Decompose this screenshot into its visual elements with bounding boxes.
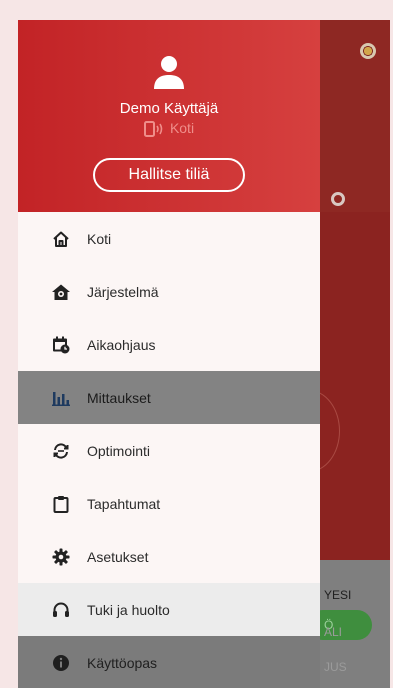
background-label: JUS: [324, 660, 347, 674]
menu-item-system[interactable]: Järjestelmä: [18, 265, 320, 318]
menu-item-events[interactable]: Tapahtumat: [18, 477, 320, 530]
home-label: Koti: [169, 120, 195, 136]
headset-icon: [51, 600, 71, 620]
user-name: Demo Käyttäjä: [119, 100, 219, 117]
user-avatar-icon: [154, 56, 184, 89]
background-ring-icon: [331, 192, 345, 206]
menu-item-label: Aikaohjaus: [87, 336, 156, 353]
info-icon: [51, 653, 71, 673]
menu-item-label: Koti: [87, 230, 112, 247]
system-icon: [51, 282, 71, 302]
menu-item-user-guide[interactable]: Käyttöopas: [18, 636, 320, 688]
menu-item-measurements[interactable]: Mittaukset: [18, 371, 320, 424]
drawer-header: Demo Käyttäjä Koti Hallitse tiliä: [18, 20, 320, 212]
menu-item-settings[interactable]: Asetukset: [18, 530, 320, 583]
phone-signal-icon: [143, 121, 163, 138]
home-icon: [51, 229, 71, 249]
background-label: YESI: [324, 588, 352, 602]
app-frame: YESI Ö ALI JUS Demo Käyttäjä Koti Hallit…: [18, 20, 390, 688]
menu-item-label: Käyttöopas: [87, 654, 158, 671]
background-label: ALI: [324, 625, 343, 639]
menu-item-support[interactable]: Tuki ja huolto: [18, 583, 320, 636]
status-indicator-icon[interactable]: [360, 43, 376, 59]
menu-item-scheduling[interactable]: Aikaohjaus: [18, 318, 320, 371]
manage-account-button[interactable]: Hallitse tiliä: [93, 158, 245, 192]
menu-item-label: Tuki ja huolto: [87, 601, 170, 618]
gear-icon: [51, 547, 71, 567]
menu-item-label: Järjestelmä: [87, 283, 159, 300]
bar-chart-icon: [51, 388, 71, 408]
calendar-clock-icon: [51, 335, 71, 355]
menu-item-label: Asetukset: [87, 548, 149, 565]
menu-item-optimization[interactable]: Optimointi: [18, 424, 320, 477]
optimize-icon: [51, 441, 71, 461]
menu-item-label: Mittaukset: [87, 389, 151, 406]
home-row: Koti: [18, 120, 320, 138]
menu-item-label: Optimointi: [87, 442, 151, 459]
navigation-drawer: Demo Käyttäjä Koti Hallitse tiliä Koti J…: [18, 20, 320, 688]
clipboard-icon: [51, 494, 71, 514]
menu-item-home[interactable]: Koti: [18, 212, 320, 265]
menu-item-label: Tapahtumat: [87, 495, 161, 512]
